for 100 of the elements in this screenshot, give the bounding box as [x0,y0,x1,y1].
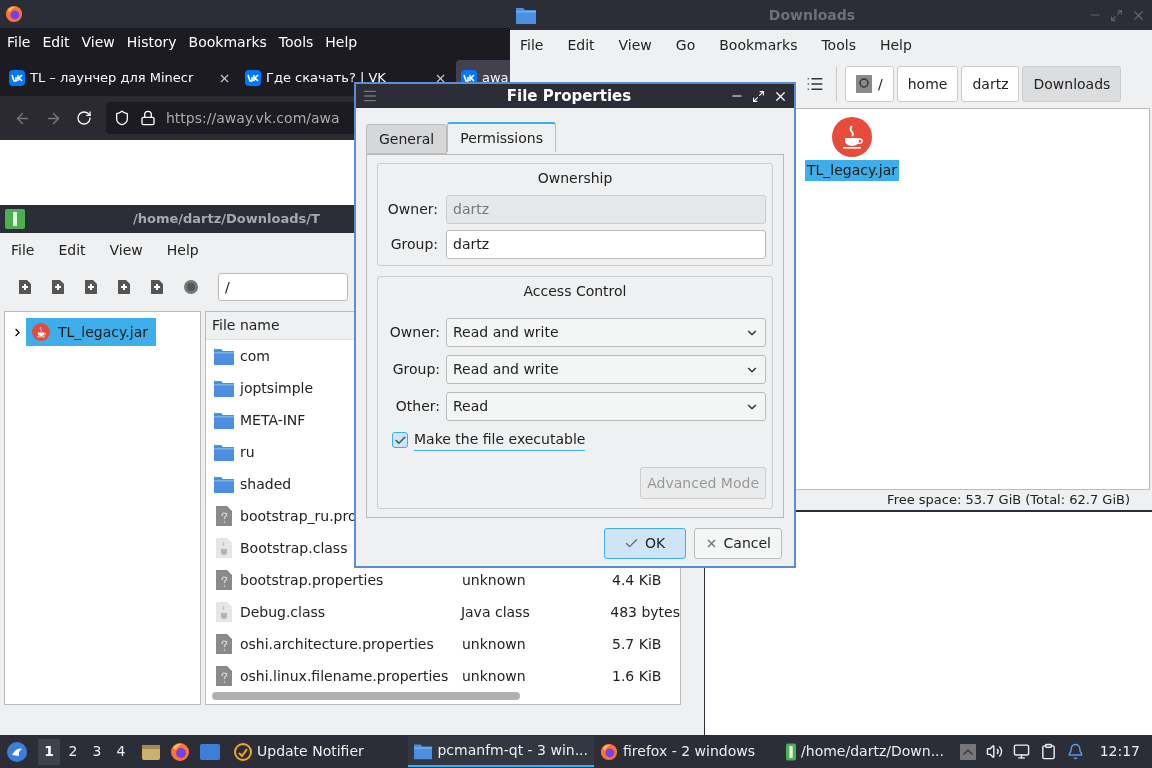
workspace-button[interactable]: 1 [38,738,60,765]
clock[interactable]: 12:17 [1093,741,1146,762]
task-button[interactable]: pcmanfm-qt - 3 win... [408,736,594,767]
ok-button[interactable]: OK [603,528,686,559]
reload-icon[interactable] [76,110,92,126]
folder-icon [214,443,234,461]
menu-item[interactable]: Help [166,239,199,261]
volume-icon[interactable] [985,743,1003,760]
menu-item[interactable]: Bookmarks [188,31,267,53]
menu-item[interactable]: Edit [58,239,86,261]
file-name-cell-text: joptsimple [240,378,315,398]
window-icon[interactable] [200,743,220,760]
horizontal-scrollbar[interactable] [212,692,520,700]
checkbox-label[interactable]: Make the file executable [414,429,586,451]
vk-icon [245,70,261,86]
menu-item[interactable]: Help [325,31,358,53]
maximize-icon[interactable] [752,89,765,103]
breadcrumb-button[interactable]: Downloads [1022,66,1122,102]
start-menu-icon[interactable] [6,740,28,763]
text-field[interactable]: dartz [446,230,766,259]
clipboard-icon[interactable] [1039,743,1057,760]
update-icon [234,742,252,761]
file-name-cell-text: ru [240,442,256,462]
group-title: Ownership [536,169,614,188]
breadcrumb-button[interactable]: home [896,66,959,102]
dropdown[interactable]: Read and write [446,355,766,384]
breadcrumb-button[interactable]: / [845,66,894,102]
menu-icon[interactable] [362,88,378,104]
tree-item[interactable]: TL_legacy.jar [26,318,156,346]
file-size-cell-text: 1.6 KiB [612,666,662,686]
workspace-button[interactable]: 2 [62,738,84,765]
field-label: Group: [389,235,438,254]
file-size-cell-text: 5.7 KiB [612,634,662,654]
folder-icon [516,6,536,24]
list-view-icon[interactable] [806,75,824,93]
cancel-button[interactable]: Cancel [693,528,782,559]
file-name-cell-text: oshi.architecture.properties [240,634,435,654]
path-field[interactable]: / [218,273,348,301]
unknown-file-icon [216,634,232,654]
check-icon [393,433,407,447]
file-manager-icon[interactable] [142,742,160,761]
archive-app-icon [5,209,25,229]
folder-icon [214,347,234,365]
file-size-cell-text: 483 bytes [610,602,680,622]
java-file-icon [832,117,872,157]
file-type-cell-text: unknown [462,570,527,590]
menu-item[interactable]: File [520,34,544,56]
menu-item[interactable]: File [11,239,35,261]
menu-item[interactable]: Go [675,34,696,56]
file-name-cell-text: Debug.class [239,602,327,622]
checkbox[interactable] [392,432,408,448]
menu-item[interactable]: Tools [821,34,856,56]
task-button[interactable]: /home/dartz/Down... [780,736,950,767]
shield-icon [114,110,130,126]
group-title: Access Control [522,282,628,301]
class-file-icon [215,602,232,622]
task-button[interactable]: Update Notifier [228,736,408,767]
firefox-icon [5,5,23,23]
workspace-button[interactable]: 3 [86,738,108,765]
file-name[interactable]: TL_legacy.jar [805,160,899,181]
menu-item[interactable]: Bookmarks [719,34,798,56]
task-button[interactable]: firefox - 2 windows [594,736,780,767]
file-name-cell-text: bootstrap.properties [240,570,385,590]
menu-item[interactable]: View [109,239,143,261]
unknown-file-icon [216,570,232,590]
folder-icon [214,379,234,397]
menu-item[interactable]: Edit [42,31,70,53]
dialog-tab[interactable]: General [366,124,448,154]
menu-item[interactable]: Tools [278,31,314,53]
browser-tab[interactable]: TL – лаунчер для Minecr [4,60,236,96]
unknown-file-icon [216,506,232,526]
workspace-button[interactable]: 4 [110,738,132,765]
dropdown[interactable]: Read and write [446,318,766,347]
menu-item[interactable]: Edit [567,34,595,56]
folder-icon [214,475,234,493]
notification-icon[interactable] [1066,743,1084,760]
menu-item[interactable]: Help [879,34,912,56]
menu-item[interactable]: View [618,34,652,56]
tab-title: TL – лаунчер для Minecr [30,69,195,88]
lock-icon [140,110,156,126]
file-name-cell-text: oshi.linux.filename.properties [240,666,450,686]
dropdown[interactable]: Read [446,392,766,421]
file-name-cell-text: com [240,346,271,366]
breadcrumb-button[interactable]: dartz [961,66,1020,102]
menu-item[interactable]: File [7,31,31,53]
file-name-cell-text: bootstrap_ru.pro [240,506,358,526]
unknown-file-icon [216,666,232,686]
menu-item[interactable]: History [126,31,177,53]
file-type-cell-text: unknown [462,634,527,654]
file-name-cell-text: shaded [240,474,293,494]
field-label: Owner: [388,323,440,342]
dialog-tab[interactable]: Permissions [447,122,556,152]
add-file-icon[interactable] [117,280,131,294]
file-type-cell-text: unknown [462,666,527,686]
archive-app-icon [786,741,797,762]
file-name-cell-text: META-INF [240,410,307,430]
field-label: Group: [391,360,440,379]
file-size-cell-text: 4.4 KiB [612,570,662,590]
file-type-cell-text: Java class [460,602,531,622]
menu-item[interactable]: View [81,31,115,53]
